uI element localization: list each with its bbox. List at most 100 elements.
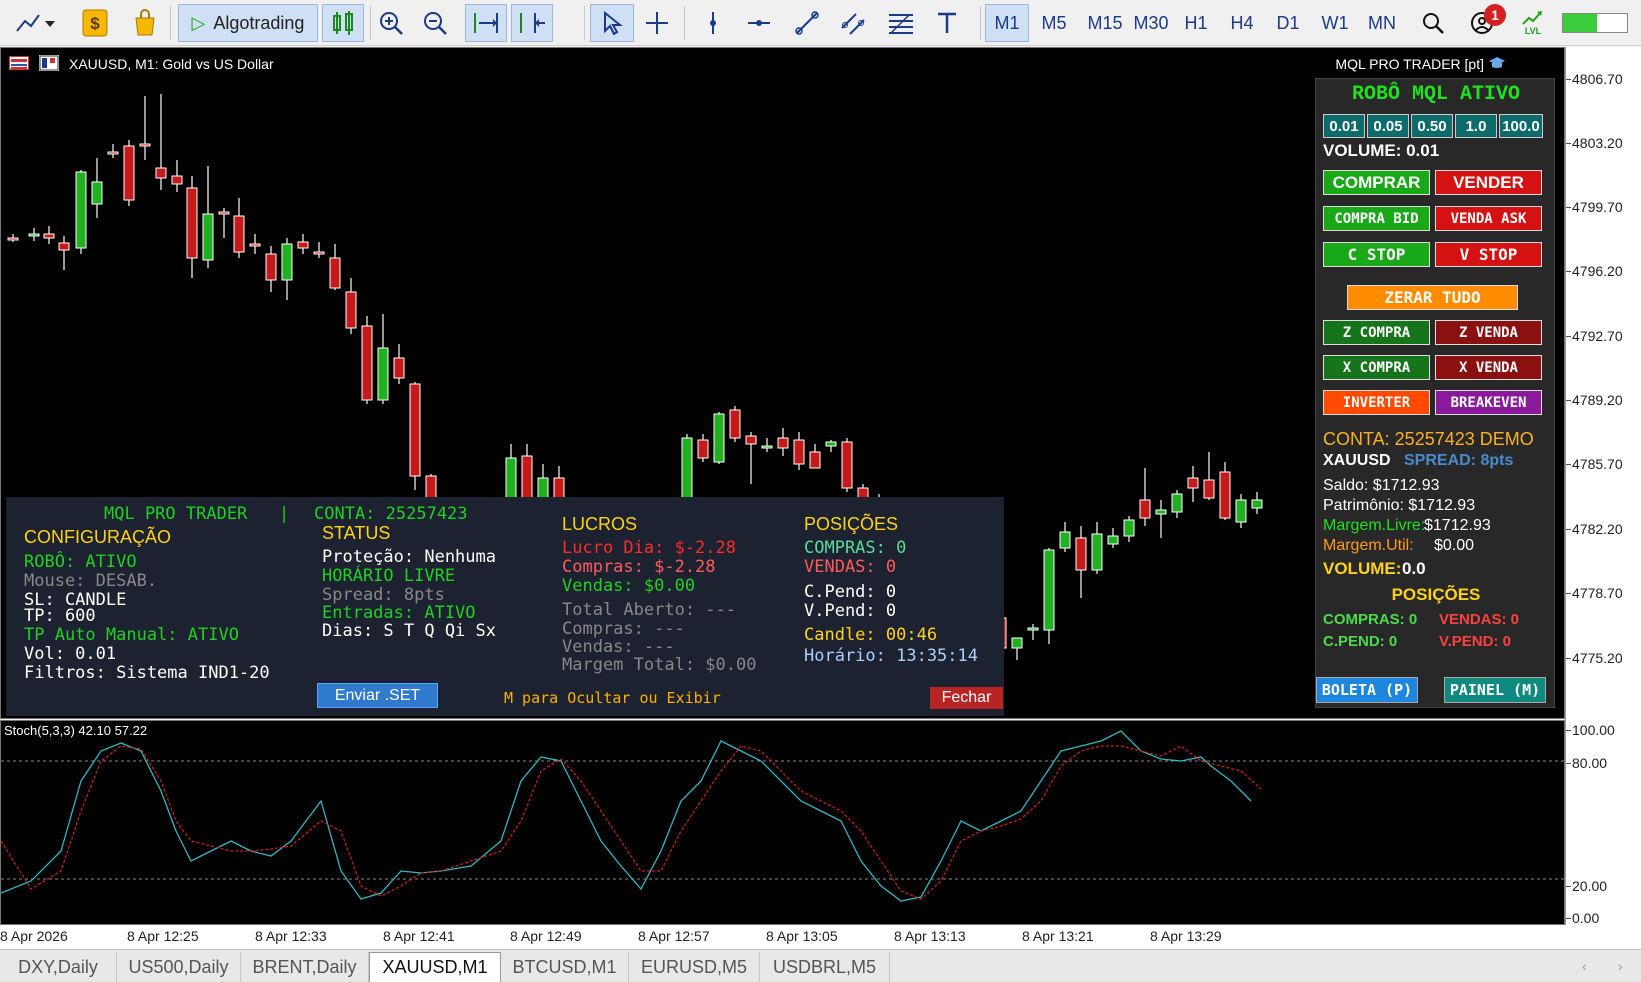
x-sell-button[interactable]: X VENDA: [1435, 355, 1542, 380]
timeframe-m15[interactable]: M15: [1080, 4, 1130, 42]
notifications-icon[interactable]: 1: [1462, 4, 1506, 42]
volume2-value: 0.0: [1402, 559, 1426, 578]
timeframe-d1[interactable]: D1: [1266, 4, 1310, 42]
candle-body: [777, 437, 789, 449]
stoch-main-line: [1, 730, 1252, 902]
time-label: 8 Apr 13:13: [894, 928, 966, 944]
close-buy-button[interactable]: Z COMPRA: [1323, 320, 1430, 345]
config-mouse: Mouse: DESAB.: [24, 571, 158, 591]
autoscroll-icon[interactable]: [465, 4, 507, 42]
price-tick: [1566, 336, 1571, 337]
painel-button[interactable]: PAINEL (M): [1444, 677, 1546, 703]
tab-dxy[interactable]: DXY,Daily: [0, 952, 117, 982]
candle-body: [202, 213, 214, 261]
price-tick: [1566, 143, 1571, 144]
close-all-button[interactable]: ZERAR TUDO: [1347, 285, 1518, 310]
volume-100-button[interactable]: 100.0: [1499, 114, 1543, 138]
market-bag-icon[interactable]: [128, 4, 162, 42]
trendline-icon[interactable]: [790, 4, 824, 42]
volume-1-button[interactable]: 1.0: [1455, 114, 1497, 138]
dollar-icon[interactable]: $: [78, 4, 112, 42]
cursor-icon[interactable]: [590, 4, 634, 42]
sub-label: 80.00: [1572, 755, 1608, 771]
price-label: 4785.70: [1572, 456, 1623, 472]
lucros-vendas: Vendas: $0.00: [562, 576, 696, 596]
tab-brent[interactable]: BRENT,Daily: [241, 952, 369, 982]
sell-stop-button[interactable]: V STOP: [1435, 242, 1542, 267]
price-tick: [1566, 207, 1571, 208]
candle-body: [43, 233, 55, 239]
timeframe-m30[interactable]: M30: [1126, 4, 1176, 42]
breakeven-button[interactable]: BREAKEVEN: [1435, 390, 1542, 415]
volume-005-button[interactable]: 0.05: [1367, 114, 1409, 138]
timeframe-h1[interactable]: H1: [1174, 4, 1218, 42]
chart-shift-icon[interactable]: [511, 4, 553, 42]
search-icon[interactable]: [1416, 4, 1450, 42]
vertical-line-icon[interactable]: [696, 4, 730, 42]
candle-body: [1171, 493, 1183, 513]
price-tick: [1566, 529, 1571, 530]
buy-stop-button[interactable]: C STOP: [1323, 242, 1430, 267]
margem-livre-value: $1712.93: [1424, 517, 1491, 534]
buy-button[interactable]: COMPRAR: [1323, 170, 1430, 195]
time-label: 8 Apr 12:49: [510, 928, 582, 944]
status-dias: Dias: S T Q Qi Sx: [322, 621, 496, 641]
tab-usdbrl[interactable]: USDBRL,M5: [760, 952, 890, 982]
price-label: 4806.70: [1572, 71, 1623, 87]
tab-btcusd[interactable]: BTCUSD,M1: [501, 952, 629, 982]
tab-eurusd[interactable]: EURUSD,M5: [629, 952, 760, 982]
signal-level-icon[interactable]: LVL: [1516, 4, 1550, 42]
tab-xauusd[interactable]: XAUUSD,M1: [369, 952, 501, 982]
algotrading-button[interactable]: ▷ Algotrading: [178, 4, 318, 42]
level-meter-fill: [1563, 14, 1597, 32]
margem-util-label: Margem.Util:: [1323, 537, 1414, 554]
timeframe-mn[interactable]: MN: [1360, 4, 1404, 42]
candles-icon[interactable]: [322, 4, 364, 42]
invert-button[interactable]: INVERTER: [1323, 390, 1430, 415]
close-sell-button[interactable]: Z VENDA: [1435, 320, 1542, 345]
buy-bid-button[interactable]: COMPRA BID: [1323, 206, 1430, 231]
play-icon: ▷: [191, 12, 206, 33]
fibonacci-icon[interactable]: [884, 4, 918, 42]
timeframe-w1[interactable]: W1: [1313, 4, 1357, 42]
candle-body: [793, 439, 805, 465]
status-entradas: Entradas: ATIVO: [322, 603, 476, 623]
timeframe-m1[interactable]: M1: [985, 4, 1029, 42]
candle-body: [297, 241, 309, 249]
zoom-in-icon[interactable]: [374, 4, 408, 42]
crosshair-icon[interactable]: [640, 4, 674, 42]
volume-001-button[interactable]: 0.01: [1323, 114, 1365, 138]
enviar-set-button[interactable]: Enviar .SET: [317, 683, 438, 708]
timeframe-m5[interactable]: M5: [1032, 4, 1076, 42]
x-buy-button[interactable]: X COMPRA: [1323, 355, 1430, 380]
text-tool-icon[interactable]: [930, 4, 964, 42]
sub-tick: [1566, 886, 1571, 887]
sell-button[interactable]: VENDER: [1435, 170, 1542, 195]
chart-type-icon[interactable]: [8, 4, 66, 42]
timeframe-h4[interactable]: H4: [1220, 4, 1264, 42]
time-label: 8 Apr 12:25: [127, 928, 199, 944]
candle-body: [123, 145, 135, 201]
channel-icon[interactable]: [836, 4, 870, 42]
candle-body: [218, 211, 230, 215]
horizontal-line-icon[interactable]: [742, 4, 776, 42]
fechar-button[interactable]: Fechar: [930, 687, 1003, 709]
scroll-left-icon[interactable]: ‹: [1582, 958, 1587, 974]
candle-body: [1075, 537, 1087, 571]
candle-body: [393, 357, 405, 379]
volume-050-button[interactable]: 0.50: [1411, 114, 1453, 138]
stochastic-subwindow[interactable]: Stoch(5,3,3) 42.10 57.22: [0, 720, 1566, 925]
candle-body: [265, 253, 277, 281]
sub-tick: [1566, 918, 1571, 919]
scroll-right-icon[interactable]: ›: [1618, 958, 1623, 974]
status-spread: Spread: 8pts: [322, 585, 445, 605]
price-tick: [1566, 593, 1571, 594]
posicoes-title: POSIÇÕES: [804, 514, 899, 534]
tab-us500[interactable]: US500,Daily: [117, 952, 241, 982]
zoom-out-icon[interactable]: [418, 4, 452, 42]
main-chart[interactable]: XAUUSD, M1: Gold vs US Dollar MQL PRO TR…: [0, 47, 1565, 719]
boleta-button[interactable]: BOLETA (P): [1316, 677, 1418, 703]
sell-ask-button[interactable]: VENDA ASK: [1435, 206, 1542, 231]
candle-body: [1219, 471, 1231, 519]
lucros-compras: Compras: $-2.28: [562, 557, 716, 577]
